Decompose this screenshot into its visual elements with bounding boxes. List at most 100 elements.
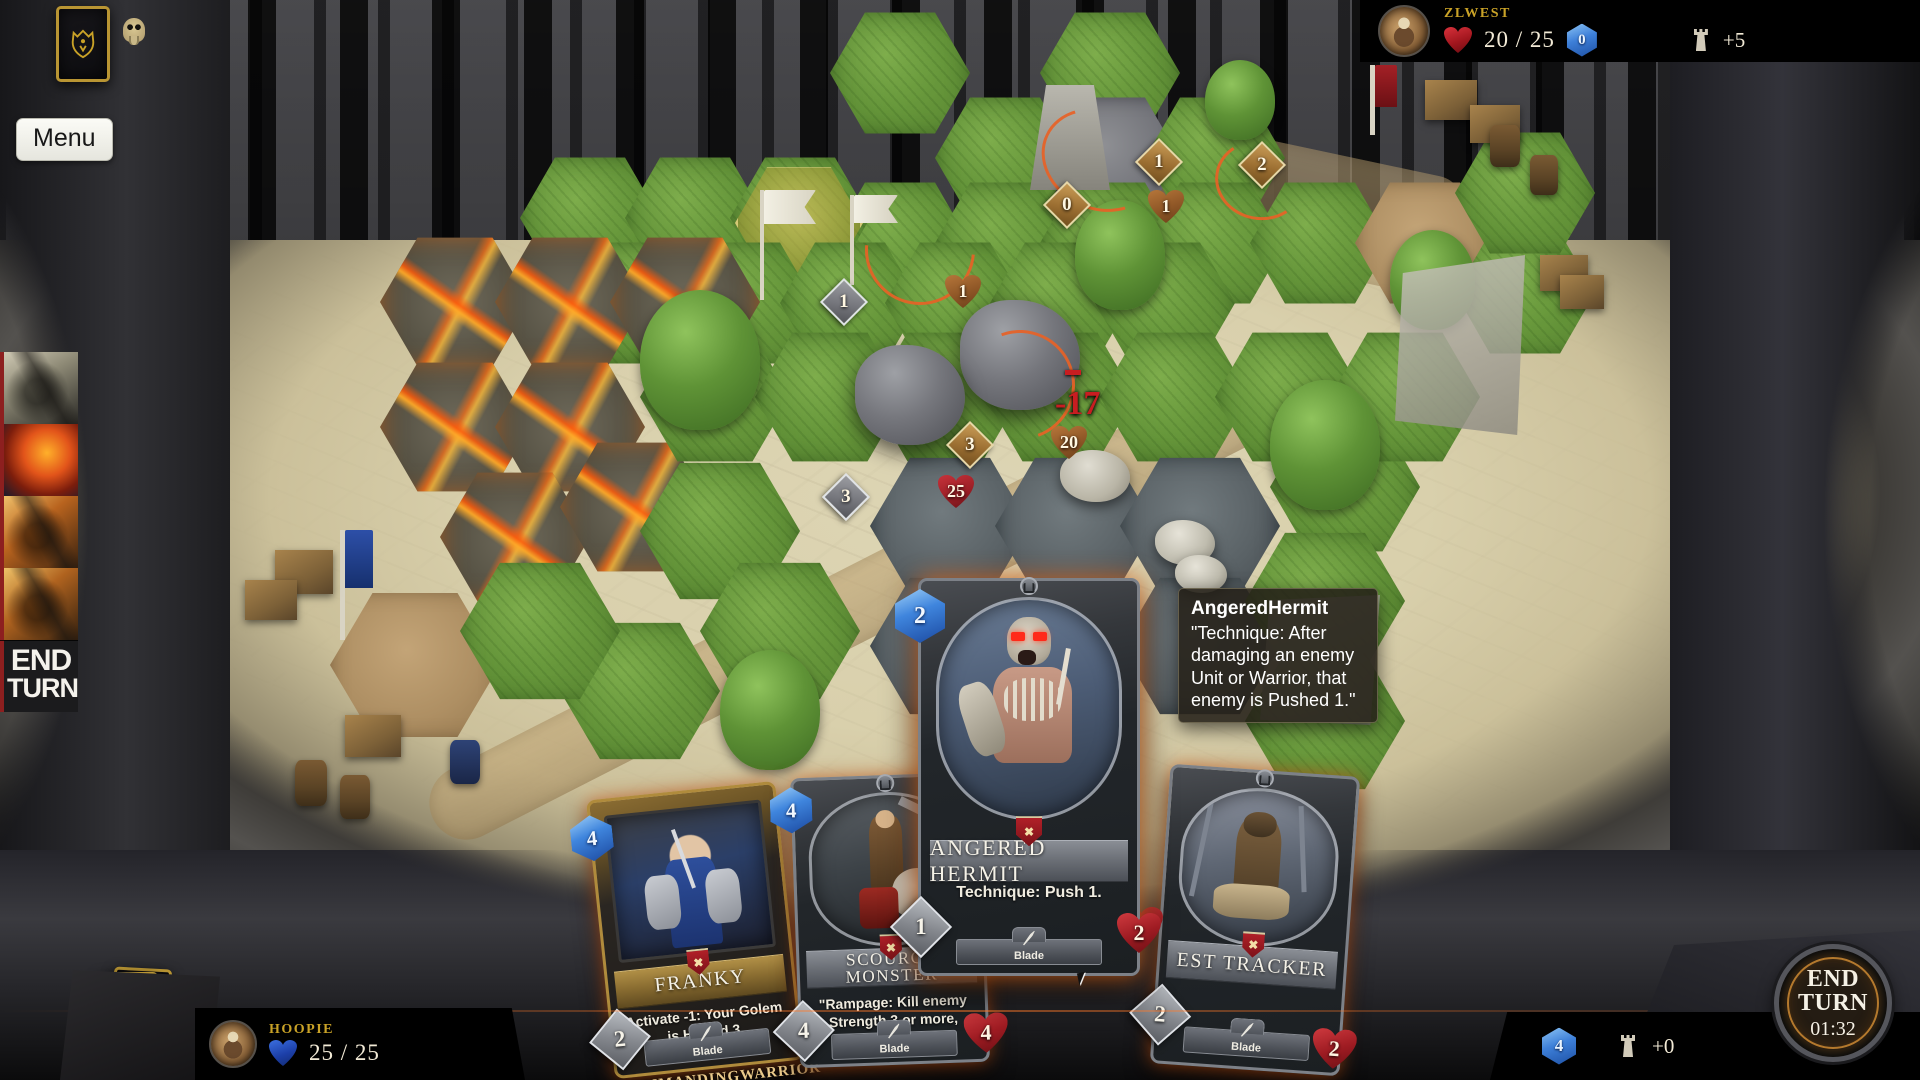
player-hud: HOOPIE 25 / 25 — [195, 1008, 525, 1080]
opponent-avatar[interactable] — [1378, 5, 1430, 57]
stone-wall-decor — [1395, 255, 1525, 435]
opponent-hud: ZLWEST 20 / 25 0 +5 — [1360, 0, 1920, 62]
menu-button[interactable]: Menu — [16, 118, 113, 161]
heart-icon — [269, 1040, 297, 1066]
token-health-enemy-golem[interactable]: 20 — [1051, 426, 1087, 459]
log-entry-battle[interactable] — [0, 352, 78, 424]
card-type-band: Blade — [1183, 1017, 1310, 1062]
log-end-turn-line2: TURN — [7, 673, 79, 704]
player-mana-value: 4 — [1554, 1036, 1564, 1055]
opponent-skull-icon — [123, 18, 145, 45]
battle-log[interactable]: END TURN — [0, 352, 79, 712]
log-end-turn-line1: END — [10, 644, 72, 677]
lock-icon — [1020, 577, 1038, 595]
end-turn-line2: TURN — [1797, 990, 1868, 1017]
player-name: HOOPIE — [269, 1022, 335, 1037]
card-health-value: 4 — [980, 1019, 992, 1045]
crate-decor — [245, 580, 297, 620]
token-value: 1 — [1161, 196, 1171, 216]
token-health-enemy-mid[interactable]: 1 — [945, 275, 981, 308]
card-type-text: Blade — [1230, 1040, 1262, 1055]
end-turn-line1: END — [1806, 965, 1860, 992]
tooltip-body: "Technique: After damaging an enemy Unit… — [1191, 623, 1356, 710]
opponent-health-text: 20 / 25 — [1484, 27, 1555, 52]
opponent-mana-value: 0 — [1578, 31, 1586, 48]
card-artwork — [603, 799, 777, 963]
lock-icon — [875, 773, 895, 793]
card-attack-value: 2 — [612, 1025, 628, 1052]
token-health-player-golem[interactable]: 25 — [938, 475, 974, 508]
opponent-income: +5 — [1722, 27, 1746, 52]
token-value: 1 — [1154, 151, 1164, 172]
card-type-text: Blade — [879, 1042, 910, 1056]
flag-pole — [850, 195, 854, 285]
barrel-decor — [1490, 125, 1520, 167]
card-type-band: Blade — [831, 1019, 958, 1061]
hand-card-forest-tracker[interactable]: ✖ EST TRACKER 2 2 2 Blade — [1129, 763, 1361, 1077]
log-entry-rider[interactable] — [0, 496, 78, 568]
card-health-badge: 2 — [1311, 1027, 1358, 1070]
damage-dash — [1065, 370, 1081, 375]
card-health-value: 2 — [1327, 1035, 1341, 1062]
player-avatar[interactable] — [209, 1020, 257, 1068]
heart-icon — [1444, 27, 1472, 53]
mana-gem-icon: 4 — [1542, 1028, 1576, 1065]
deck-card-crest-icon — [71, 29, 95, 59]
card-health-badge: 2 — [1117, 913, 1161, 953]
player-health-text: 25 / 25 — [309, 1040, 380, 1065]
tree-decor — [1205, 60, 1275, 140]
end-turn-timer: 01:32 — [1810, 1017, 1856, 1040]
card-artwork — [1174, 782, 1344, 952]
opponent-deck-card[interactable] — [56, 6, 110, 82]
token-value: 25 — [947, 481, 965, 501]
player-income: +0 — [1652, 1033, 1675, 1058]
token-value: 3 — [965, 434, 975, 455]
token-value: 2 — [1257, 154, 1267, 175]
log-entry-fire-mage[interactable] — [0, 424, 78, 496]
flag-pole — [760, 190, 764, 300]
card-health-value: 2 — [1133, 920, 1145, 945]
card-cost-value: 4 — [585, 825, 599, 851]
lock-icon — [1255, 768, 1275, 788]
card-type-text: Blade — [692, 1043, 724, 1059]
card-artwork — [936, 596, 1122, 821]
token-health-enemy-unit[interactable]: 1 — [1148, 190, 1184, 223]
card-tooltip: AngeredHermit "Technique: After damaging… — [1178, 588, 1378, 724]
tree-decor — [640, 290, 760, 430]
player-golem[interactable] — [855, 345, 965, 445]
barrel-decor — [1530, 155, 1558, 195]
crate-decor — [345, 715, 401, 757]
token-value: 1 — [958, 281, 968, 301]
card-attack-value: 4 — [797, 1017, 810, 1044]
card-type-text: Blade — [1014, 950, 1044, 962]
type-notch — [876, 1019, 911, 1036]
barrel-decor — [450, 740, 480, 784]
log-entry-rider-2[interactable] — [0, 568, 78, 640]
card-attack-value: 2 — [1153, 1001, 1167, 1027]
card-type-band: Blade — [955, 927, 1103, 965]
card-rules-text: Technique: Push 1. — [956, 883, 1102, 901]
card-cost-value: 2 — [914, 602, 926, 629]
type-notch — [687, 1020, 724, 1040]
token-value: 3 — [841, 486, 851, 507]
opponent-name: ZLWEST — [1444, 5, 1511, 21]
card-cost-badge: 4 — [769, 787, 813, 834]
card-cost-badge: 4 — [569, 813, 616, 863]
damage-popup: -17 — [1055, 385, 1101, 422]
crate-decor — [1560, 275, 1604, 309]
tooltip-title: AngeredHermit — [1191, 598, 1329, 619]
tree-decor — [1270, 380, 1380, 510]
token-value: 0 — [1062, 194, 1072, 215]
flag-banner-blue — [345, 530, 373, 588]
card-health-badge: 4 — [963, 1012, 1008, 1054]
hand-card-angered-hermit[interactable]: 2 ✖ ANGERED HERMIT Technique: Push 1. 1 … — [889, 577, 1145, 976]
token-value: 1 — [839, 291, 849, 312]
barrel-decor — [340, 775, 370, 819]
log-entry-end-turn[interactable]: END TURN — [0, 640, 79, 712]
game-screen: 1 2 1 0 1 3 20 1 3 25 -17 Menu ZLWEST 20… — [0, 0, 1920, 1080]
card-attack-value: 1 — [915, 914, 927, 939]
card-cost-value: 4 — [785, 797, 797, 823]
tower-income-icon — [1618, 1035, 1638, 1057]
end-turn-button[interactable]: END TURN 01:32 — [1774, 944, 1892, 1062]
tree-decor — [720, 650, 820, 770]
